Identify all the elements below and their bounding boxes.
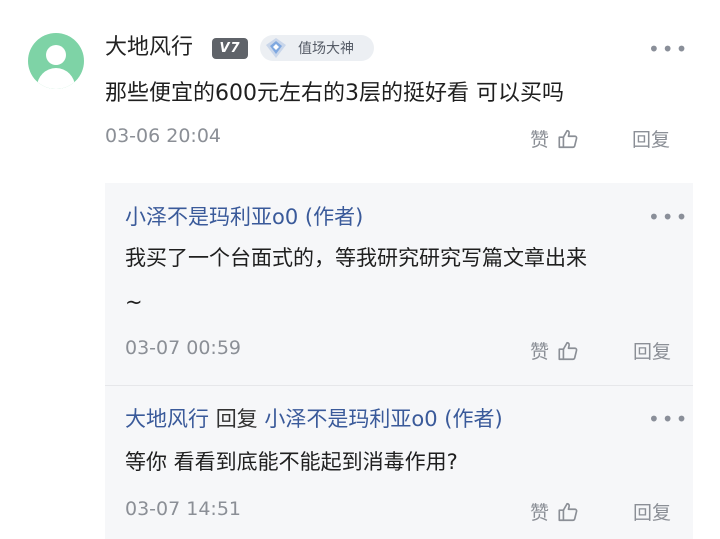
- diamond-icon: [266, 38, 286, 58]
- user-avatar[interactable]: [28, 33, 84, 89]
- reply-word: 回复: [215, 407, 258, 431]
- reply-button[interactable]: 回复: [633, 498, 671, 525]
- reply-author[interactable]: 小泽不是玛利亚o0 (作者): [125, 202, 363, 232]
- like-button[interactable]: 赞: [530, 125, 579, 152]
- reply-author-line: 大地风行 回复 小泽不是玛利亚o0 (作者): [125, 404, 503, 434]
- thumbs-up-icon: [558, 341, 578, 360]
- reply-time: 03-07 14:51: [125, 498, 242, 520]
- reply-button[interactable]: 回复: [633, 337, 671, 364]
- like-button[interactable]: 赞: [530, 498, 579, 525]
- reply-divider: [105, 385, 693, 386]
- like-button[interactable]: 赞: [530, 337, 579, 364]
- comment-text: 那些便宜的600元左右的3层的挺好看 可以买吗: [105, 81, 564, 106]
- reply-author[interactable]: 大地风行: [125, 407, 209, 431]
- reply-text-continued: ~: [125, 290, 143, 314]
- thumbs-up-icon: [558, 129, 578, 148]
- reply-text: 等你 看看到底能不能起到消毒作用?: [125, 450, 458, 474]
- comment-username[interactable]: 大地风行: [105, 33, 193, 63]
- reply-button[interactable]: 回复: [632, 125, 670, 152]
- title-badge-label: 值场大神: [298, 41, 354, 57]
- more-icon[interactable]: •••: [648, 409, 689, 429]
- comment-time: 03-06 20:04: [105, 125, 222, 147]
- reply-to-author[interactable]: 小泽不是玛利亚o0 (作者): [264, 407, 502, 431]
- avatar-body: [37, 68, 75, 89]
- more-icon[interactable]: •••: [648, 207, 689, 227]
- reply-time: 03-07 00:59: [125, 337, 242, 359]
- like-label: 赞: [530, 129, 550, 151]
- like-label: 赞: [530, 341, 550, 363]
- more-icon[interactable]: •••: [648, 39, 689, 59]
- replies-panel: [105, 183, 693, 539]
- reply-text: 我买了一个台面式的，等我研究研究写篇文章出来: [125, 246, 587, 270]
- title-badge: 值场大神: [260, 35, 374, 61]
- avatar-head: [46, 45, 66, 65]
- like-label: 赞: [530, 502, 550, 524]
- thumbs-up-icon: [558, 502, 578, 521]
- level-badge: V7: [212, 38, 248, 59]
